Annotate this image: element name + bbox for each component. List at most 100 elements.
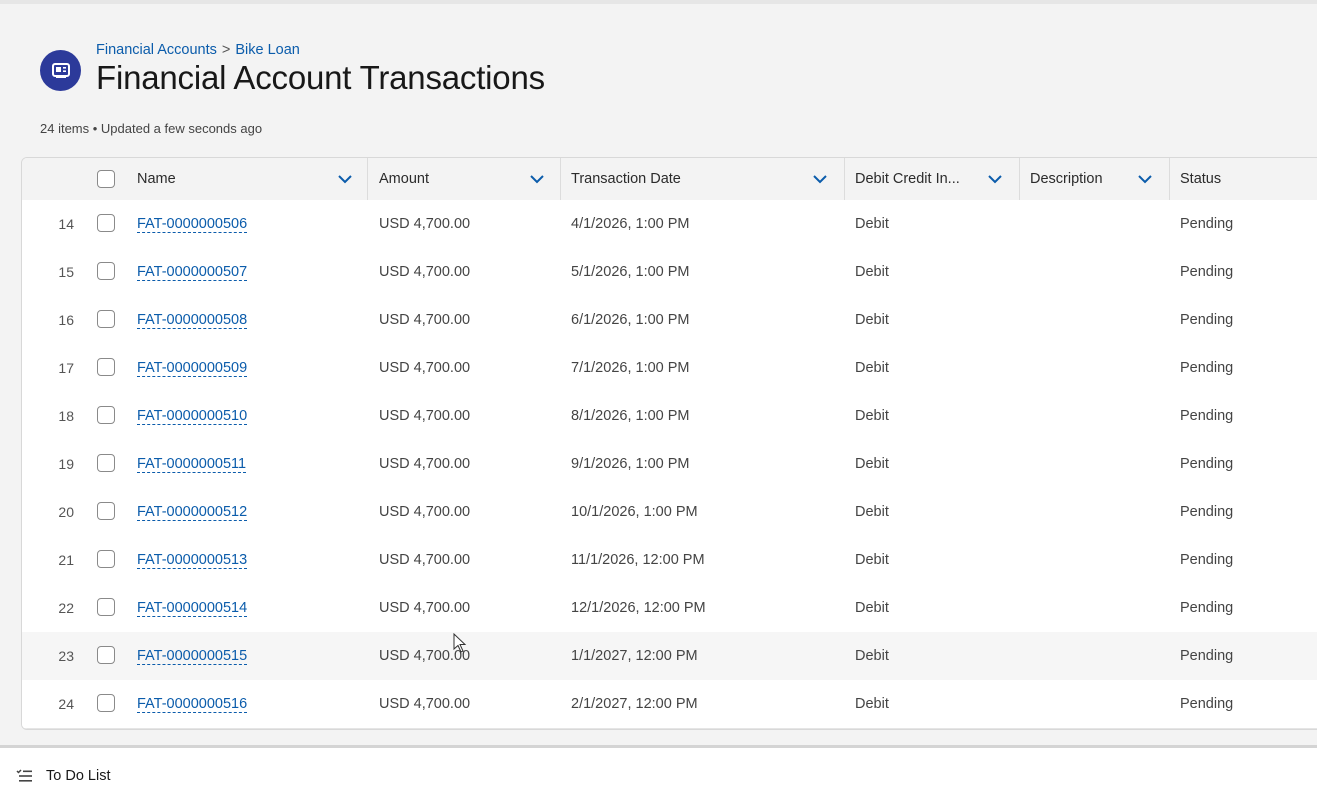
date-cell: 10/1/2026, 1:00 PM xyxy=(571,504,698,520)
row-checkbox[interactable] xyxy=(97,262,115,280)
column-header-debit-credit[interactable]: Debit Credit In... xyxy=(855,158,1015,200)
record-name-link[interactable]: FAT-0000000510 xyxy=(137,408,248,425)
date-cell: 8/1/2026, 1:00 PM xyxy=(571,408,690,424)
amount-cell: USD 4,700.00 xyxy=(379,696,471,712)
debit-credit-cell: Debit xyxy=(855,216,889,232)
column-divider[interactable] xyxy=(367,158,368,200)
chevron-down-icon[interactable] xyxy=(529,171,545,187)
row-number: 24 xyxy=(58,696,74,712)
financial-account-icon xyxy=(40,50,81,91)
date-cell: 2/1/2027, 12:00 PM xyxy=(571,696,698,712)
amount-cell: USD 4,700.00 xyxy=(379,264,471,280)
column-label-debit-credit: Debit Credit In... xyxy=(855,171,960,187)
chevron-down-icon[interactable] xyxy=(812,171,828,187)
row-number: 18 xyxy=(58,408,74,424)
record-name-link[interactable]: FAT-0000000515 xyxy=(137,648,248,665)
todo-list-label: To Do List xyxy=(46,768,111,784)
table-row[interactable]: 16 FAT-0000000508 USD 4,700.00 6/1/2026,… xyxy=(22,296,1317,345)
row-number: 22 xyxy=(58,600,74,616)
breadcrumb-parent-link[interactable]: Financial Accounts xyxy=(96,42,217,58)
column-header-transaction-date[interactable]: Transaction Date xyxy=(571,158,841,200)
status-cell: Pending xyxy=(1180,600,1234,616)
breadcrumb-current-link[interactable]: Bike Loan xyxy=(235,42,300,58)
amount-cell: USD 4,700.00 xyxy=(379,408,471,424)
row-number: 21 xyxy=(58,552,74,568)
date-cell: 5/1/2026, 1:00 PM xyxy=(571,264,690,280)
debit-credit-cell: Debit xyxy=(855,408,889,424)
row-checkbox[interactable] xyxy=(97,502,115,520)
row-checkbox[interactable] xyxy=(97,598,115,616)
breadcrumb-separator: > xyxy=(221,42,231,58)
date-cell: 6/1/2026, 1:00 PM xyxy=(571,312,690,328)
amount-cell: USD 4,700.00 xyxy=(379,600,471,616)
table-row[interactable]: 19 FAT-0000000511 USD 4,700.00 9/1/2026,… xyxy=(22,440,1317,489)
debit-credit-cell: Debit xyxy=(855,312,889,328)
breadcrumb: Financial Accounts > Bike Loan xyxy=(96,42,300,58)
debit-credit-cell: Debit xyxy=(855,456,889,472)
row-checkbox[interactable] xyxy=(97,454,115,472)
table-row[interactable]: 23 FAT-0000000515 USD 4,700.00 1/1/2027,… xyxy=(22,632,1317,681)
table-row[interactable]: 15 FAT-0000000507 USD 4,700.00 5/1/2026,… xyxy=(22,248,1317,297)
chevron-down-icon[interactable] xyxy=(337,171,353,187)
table-row[interactable]: 14 FAT-0000000506 USD 4,700.00 4/1/2026,… xyxy=(22,200,1317,249)
column-label-amount: Amount xyxy=(379,171,429,187)
row-checkbox[interactable] xyxy=(97,406,115,424)
checklist-icon xyxy=(16,769,32,782)
row-number: 14 xyxy=(58,216,74,232)
column-divider[interactable] xyxy=(1019,158,1020,200)
record-name-link[interactable]: FAT-0000000514 xyxy=(137,600,248,617)
column-divider[interactable] xyxy=(844,158,845,200)
column-divider[interactable] xyxy=(1169,158,1170,200)
status-cell: Pending xyxy=(1180,264,1234,280)
row-checkbox[interactable] xyxy=(97,550,115,568)
record-name-link[interactable]: FAT-0000000513 xyxy=(137,552,248,569)
column-label-description: Description xyxy=(1030,171,1103,187)
table-row[interactable]: 22 FAT-0000000514 USD 4,700.00 12/1/2026… xyxy=(22,584,1317,633)
record-name-link[interactable]: FAT-0000000508 xyxy=(137,312,248,329)
column-header-status[interactable]: Status xyxy=(1180,158,1317,200)
mouse-cursor-icon xyxy=(453,633,467,653)
status-cell: Pending xyxy=(1180,456,1234,472)
date-cell: 9/1/2026, 1:00 PM xyxy=(571,456,690,472)
column-header-description[interactable]: Description xyxy=(1030,158,1160,200)
list-info: 24 items • Updated a few seconds ago xyxy=(40,121,263,136)
todo-list-button[interactable]: To Do List xyxy=(16,768,110,784)
row-checkbox[interactable] xyxy=(97,358,115,376)
table-row[interactable]: 21 FAT-0000000513 USD 4,700.00 11/1/2026… xyxy=(22,536,1317,585)
table-row[interactable]: 20 FAT-0000000512 USD 4,700.00 10/1/2026… xyxy=(22,488,1317,537)
row-checkbox[interactable] xyxy=(97,646,115,664)
record-name-link[interactable]: FAT-0000000516 xyxy=(137,696,248,713)
chevron-down-icon[interactable] xyxy=(1137,171,1153,187)
status-cell: Pending xyxy=(1180,696,1234,712)
column-header-name[interactable]: Name xyxy=(137,158,367,200)
amount-cell: USD 4,700.00 xyxy=(379,456,471,472)
row-checkbox[interactable] xyxy=(97,214,115,232)
column-label-transaction-date: Transaction Date xyxy=(571,171,681,187)
date-cell: 12/1/2026, 12:00 PM xyxy=(571,600,706,616)
table-row[interactable]: 17 FAT-0000000509 USD 4,700.00 7/1/2026,… xyxy=(22,344,1317,393)
amount-cell: USD 4,700.00 xyxy=(379,216,471,232)
row-checkbox[interactable] xyxy=(97,310,115,328)
date-cell: 7/1/2026, 1:00 PM xyxy=(571,360,690,376)
chevron-down-icon[interactable] xyxy=(987,171,1003,187)
record-name-link[interactable]: FAT-0000000506 xyxy=(137,216,248,233)
table-row[interactable]: 24 FAT-0000000516 USD 4,700.00 2/1/2027,… xyxy=(22,680,1317,729)
transactions-table: Name Amount Transaction Date Debit Credi… xyxy=(21,157,1317,730)
utility-bar: To Do List xyxy=(0,745,1317,795)
column-header-amount[interactable]: Amount xyxy=(379,158,559,200)
row-checkbox[interactable] xyxy=(97,694,115,712)
row-number: 19 xyxy=(58,456,74,472)
row-number: 17 xyxy=(58,360,74,376)
column-divider[interactable] xyxy=(560,158,561,200)
row-number: 23 xyxy=(58,648,74,664)
debit-credit-cell: Debit xyxy=(855,552,889,568)
record-name-link[interactable]: FAT-0000000511 xyxy=(137,456,247,473)
select-all-checkbox[interactable] xyxy=(97,170,115,188)
column-label-name: Name xyxy=(137,171,176,187)
record-name-link[interactable]: FAT-0000000509 xyxy=(137,360,248,377)
status-cell: Pending xyxy=(1180,552,1234,568)
table-row[interactable]: 18 FAT-0000000510 USD 4,700.00 8/1/2026,… xyxy=(22,392,1317,441)
debit-credit-cell: Debit xyxy=(855,504,889,520)
record-name-link[interactable]: FAT-0000000512 xyxy=(137,504,248,521)
record-name-link[interactable]: FAT-0000000507 xyxy=(137,264,248,281)
